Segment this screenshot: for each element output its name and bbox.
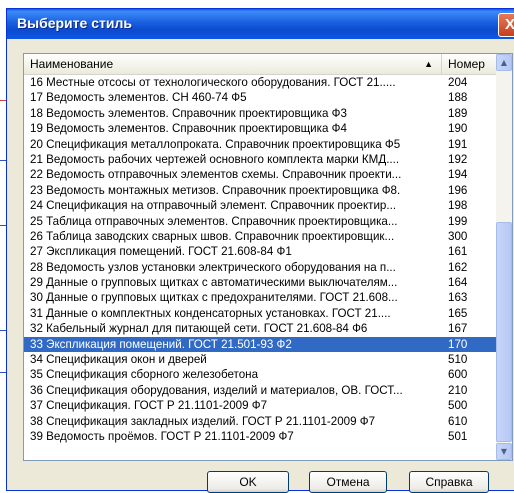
- list-row[interactable]: 34 Спецификация окон и дверей 510: [24, 352, 498, 367]
- row-number: 210: [448, 383, 468, 397]
- list-row[interactable]: 31 Данные о комплектных конденсаторных у…: [24, 306, 498, 321]
- row-name: 19 Ведомость элементов. Справочник проек…: [30, 122, 347, 136]
- list-header: Наименование ▲ Номер: [24, 54, 498, 75]
- row-number: 196: [448, 183, 468, 197]
- row-name: 39 Ведомость проёмов. ГОСТ Р 21.1101-200…: [30, 429, 294, 443]
- row-name: 34 Спецификация окон и дверей: [30, 353, 207, 367]
- row-name: 31 Данные о комплектных конденсаторных у…: [30, 306, 391, 320]
- column-header-number-label: Номер: [448, 57, 485, 71]
- row-name: 28 Ведомость узлов установки электрическ…: [30, 260, 396, 274]
- close-icon: X: [504, 16, 514, 33]
- dialog-title: Выберите стиль: [17, 15, 132, 31]
- style-list[interactable]: Наименование ▲ Номер 16 Местные отсосы о…: [23, 53, 513, 461]
- chevron-down-icon: ▼: [500, 447, 508, 456]
- help-button-label: Справка: [425, 475, 473, 489]
- row-number: 194: [448, 168, 468, 182]
- list-row[interactable]: 22 Ведомость отправочных элементов схемы…: [24, 167, 498, 182]
- list-row[interactable]: 25 Таблица отправочных элементов. Справо…: [24, 214, 498, 229]
- column-header-name[interactable]: Наименование ▲: [24, 54, 442, 74]
- list-row[interactable]: 23 Ведомость монтажных метизов. Справочн…: [24, 183, 498, 198]
- row-name: 23 Ведомость монтажных метизов. Справочн…: [30, 183, 401, 197]
- row-number: 162: [448, 260, 468, 274]
- vertical-scrollbar[interactable]: ▲ ▼: [496, 54, 512, 460]
- row-name: 20 Спецификация металлопроката. Справочн…: [30, 137, 401, 151]
- row-number: 199: [448, 214, 468, 228]
- list-row[interactable]: 19 Ведомость элементов. Справочник проек…: [24, 121, 498, 136]
- row-name: 29 Данные о групповых щитках с автоматич…: [30, 276, 398, 290]
- list-row[interactable]: 37 Спецификация. ГОСТ Р 21.1101-2009 Ф7 5…: [24, 398, 498, 413]
- list-row[interactable]: 30 Данные о групповых щитках с предохран…: [24, 290, 498, 305]
- help-button[interactable]: Справка: [409, 471, 489, 493]
- list-row[interactable]: 21 Ведомость рабочих чертежей основного …: [24, 152, 498, 167]
- row-number: 189: [448, 106, 468, 120]
- row-name: 33 Экспликация помещений. ГОСТ 21.501-93…: [30, 337, 292, 351]
- row-name: 27 Экспликация помещений. ГОСТ 21.608-84…: [30, 245, 292, 259]
- row-name: 21 Ведомость рабочих чертежей основного …: [30, 152, 400, 166]
- row-number: 190: [448, 122, 468, 136]
- list-row[interactable]: 35 Спецификация сборного железобетона 600: [24, 367, 498, 382]
- row-number: 510: [448, 353, 468, 367]
- column-header-number[interactable]: Номер: [442, 54, 498, 74]
- row-name: 32 Кабельный журнал для питающей сети. Г…: [30, 322, 368, 336]
- list-row[interactable]: 36 Спецификация оборудования, изделий и …: [24, 383, 498, 398]
- row-name: 37 Спецификация. ГОСТ Р 21.1101-2009 Ф7: [30, 399, 268, 413]
- ok-button[interactable]: OK: [207, 471, 289, 493]
- chevron-up-icon: ▲: [500, 58, 508, 67]
- row-number: 163: [448, 291, 468, 305]
- row-number: 161: [448, 245, 468, 259]
- list-row[interactable]: 28 Ведомость узлов установки электрическ…: [24, 260, 498, 275]
- row-name: 30 Данные о групповых щитках с предохран…: [30, 291, 398, 305]
- list-row[interactable]: 29 Данные о групповых щитках с автоматич…: [24, 275, 498, 290]
- row-number: 188: [448, 91, 468, 105]
- list-row[interactable]: 18 Ведомость элементов. Справочник проек…: [24, 106, 498, 121]
- row-number: 198: [448, 199, 468, 213]
- list-rows: 16 Местные отсосы от технологического об…: [24, 75, 498, 444]
- row-number: 170: [448, 337, 468, 351]
- row-name: 36 Спецификация оборудования, изделий и …: [30, 383, 403, 397]
- scrollbar-thumb[interactable]: [496, 222, 512, 442]
- row-number: 501: [448, 429, 468, 443]
- title-bar[interactable]: Выберите стиль X: [7, 9, 514, 39]
- list-row[interactable]: 39 Ведомость проёмов. ГОСТ Р 21.1101-200…: [24, 429, 498, 444]
- list-row[interactable]: 17 Ведомость элементов. СН 460-74 Ф5 188: [24, 90, 498, 105]
- sort-ascending-icon: ▲: [424, 59, 433, 69]
- row-name: 38 Спецификация закладных изделий. ГОСТ …: [30, 414, 376, 428]
- cancel-button-label: Отмена: [326, 475, 370, 489]
- row-name: 25 Таблица отправочных элементов. Справо…: [30, 214, 398, 228]
- row-name: 26 Таблица заводских сварных швов. Справ…: [30, 229, 395, 243]
- list-row[interactable]: 38 Спецификация закладных изделий. ГОСТ …: [24, 414, 498, 429]
- row-name: 17 Ведомость элементов. СН 460-74 Ф5: [30, 91, 247, 105]
- row-number: 164: [448, 276, 468, 290]
- list-row-selected[interactable]: 33 Экспликация помещений. ГОСТ 21.501-93…: [24, 336, 498, 353]
- column-header-name-label: Наименование: [30, 57, 114, 71]
- list-row[interactable]: 24 Спецификация на отправочный элемент. …: [24, 198, 498, 213]
- list-row[interactable]: 27 Экспликация помещений. ГОСТ 21.608-84…: [24, 244, 498, 259]
- list-row[interactable]: 20 Спецификация металлопроката. Справочн…: [24, 137, 498, 152]
- row-number: 204: [448, 76, 468, 89]
- close-button[interactable]: X: [498, 13, 514, 37]
- scroll-up-button[interactable]: ▲: [496, 54, 512, 71]
- list-row[interactable]: 26 Таблица заводских сварных швов. Справ…: [24, 229, 498, 244]
- row-number: 610: [448, 414, 468, 428]
- scroll-down-button[interactable]: ▼: [496, 443, 512, 460]
- ok-button-label: OK: [239, 475, 257, 489]
- row-number: 167: [448, 322, 468, 336]
- cancel-button[interactable]: Отмена: [309, 471, 387, 493]
- row-name: 16 Местные отсосы от технологического об…: [30, 76, 396, 89]
- row-number: 600: [448, 368, 468, 382]
- select-style-dialog: Выберите стиль X Наименование ▲ Номер 16…: [6, 8, 514, 493]
- row-name: 22 Ведомость отправочных элементов схемы…: [30, 168, 402, 182]
- list-row[interactable]: 16 Местные отсосы от технологического об…: [24, 75, 498, 90]
- row-number: 165: [448, 306, 468, 320]
- row-number: 192: [448, 152, 468, 166]
- row-name: 24 Спецификация на отправочный элемент. …: [30, 199, 397, 213]
- row-name: 18 Ведомость элементов. Справочник проек…: [30, 106, 347, 120]
- list-row[interactable]: 32 Кабельный журнал для питающей сети. Г…: [24, 321, 498, 336]
- row-number: 191: [448, 137, 468, 151]
- row-number: 500: [448, 399, 468, 413]
- row-number: 300: [448, 229, 468, 243]
- row-name: 35 Спецификация сборного железобетона: [30, 368, 259, 382]
